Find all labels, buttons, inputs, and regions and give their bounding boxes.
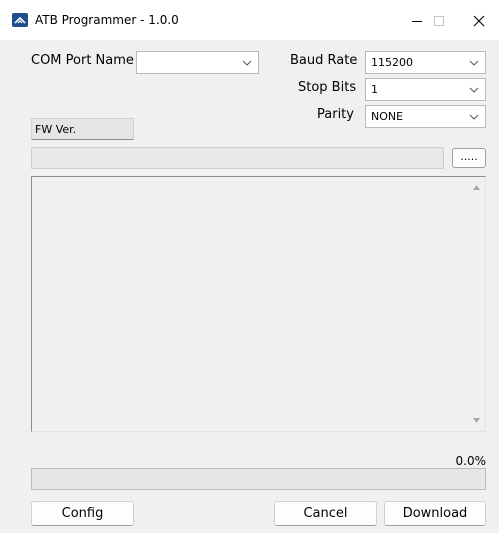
chevron-down-icon (469, 114, 479, 120)
baud-rate-label: Baud Rate (290, 53, 358, 68)
com-port-select[interactable] (136, 51, 259, 74)
browse-button[interactable]: ..... (452, 148, 486, 168)
maximize-icon (434, 16, 444, 26)
log-scrollbar[interactable] (468, 177, 485, 431)
log-textarea[interactable] (31, 176, 486, 432)
chevron-down-icon (469, 60, 479, 66)
com-port-label: COM Port Name (31, 53, 134, 68)
file-path-field (31, 147, 444, 169)
scroll-up-icon[interactable] (472, 183, 481, 192)
maximize-button[interactable] (419, 4, 459, 38)
atb-programmer-window: ATB Programmer - 1.0.0 COM Port Name Bau… (0, 0, 499, 533)
window-title: ATB Programmer - 1.0.0 (35, 13, 179, 27)
config-button[interactable]: Config (31, 501, 134, 526)
stop-bits-value: 1 (371, 83, 378, 96)
cancel-button[interactable]: Cancel (274, 501, 377, 526)
scroll-down-icon[interactable] (472, 416, 481, 425)
chevron-down-icon (242, 60, 252, 66)
chevron-down-icon (469, 87, 479, 93)
fw-version-label: FW Ver. (35, 123, 77, 136)
progress-bar (31, 468, 486, 490)
progress-percent: 0.0% (455, 454, 487, 468)
close-icon (473, 15, 485, 27)
baud-rate-value: 115200 (371, 56, 413, 69)
app-icon (12, 13, 28, 27)
baud-rate-select[interactable]: 115200 (365, 51, 486, 74)
close-button[interactable] (459, 4, 499, 38)
stop-bits-select[interactable]: 1 (365, 78, 486, 101)
title-bar[interactable]: ATB Programmer - 1.0.0 (0, 0, 499, 40)
stop-bits-label: Stop Bits (298, 80, 357, 95)
parity-select[interactable]: NONE (365, 105, 486, 128)
parity-label: Parity (317, 107, 354, 122)
download-button[interactable]: Download (384, 501, 486, 526)
parity-value: NONE (371, 110, 404, 123)
fw-version-box: FW Ver. (31, 118, 134, 140)
